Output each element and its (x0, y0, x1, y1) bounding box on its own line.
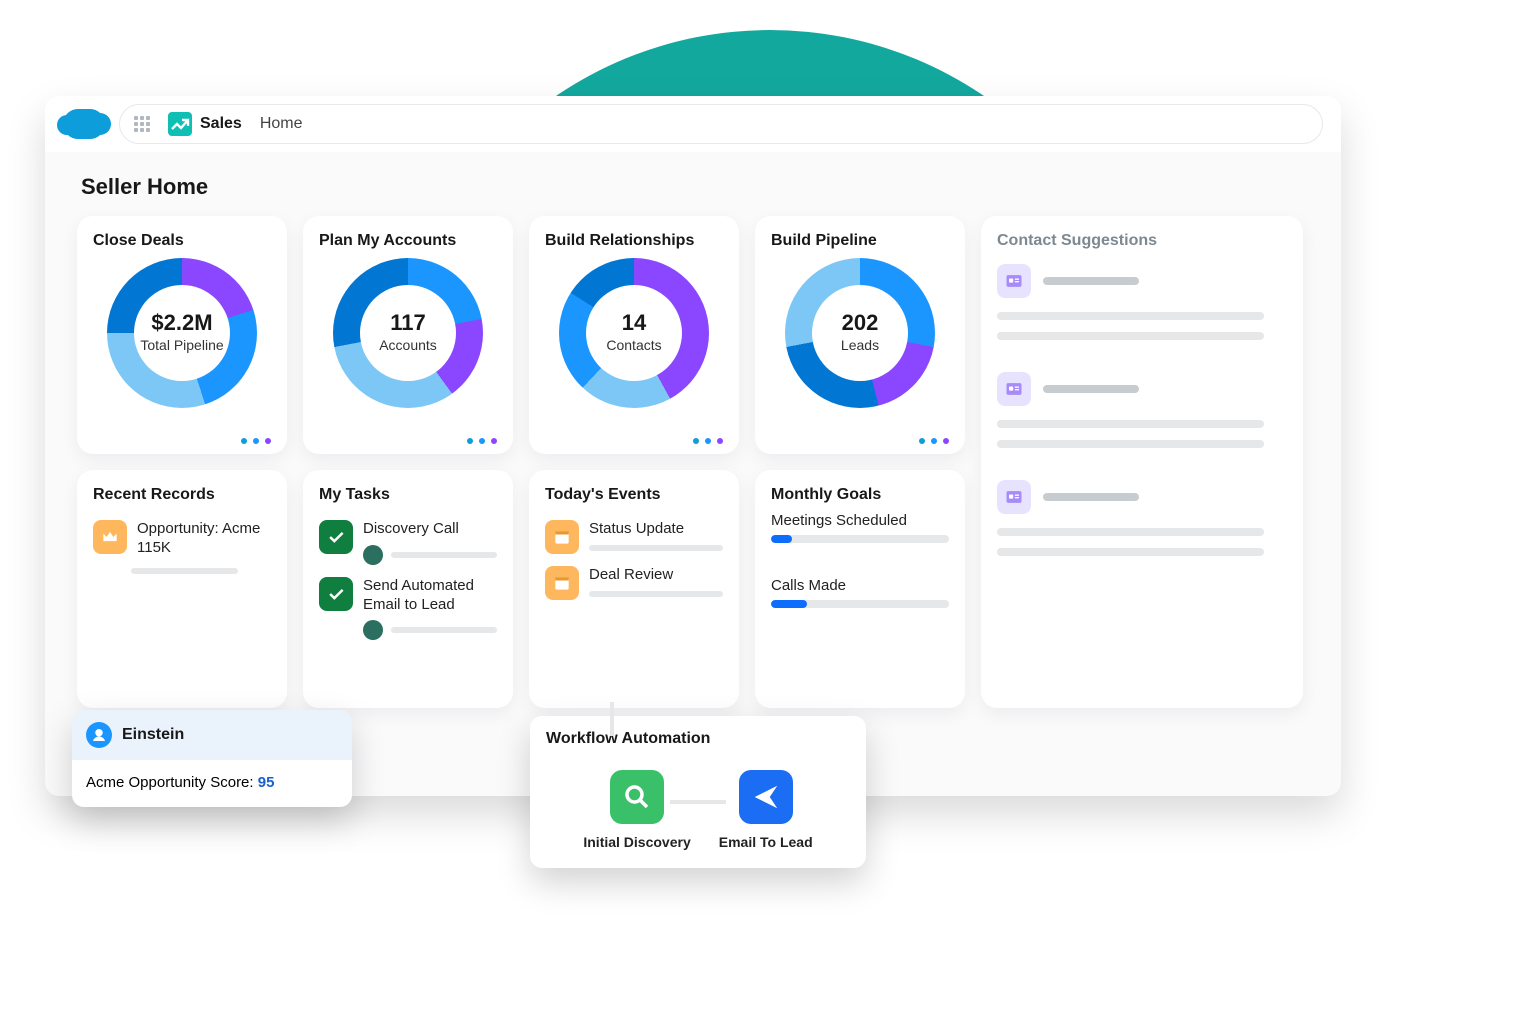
recent-record-item[interactable]: Opportunity: Acme 115K (93, 512, 271, 562)
send-icon (739, 770, 793, 824)
connector-line (610, 702, 614, 736)
kpi-value: 14 (622, 312, 646, 334)
my-tasks-card: My Tasks Discovery Call Send Auto (303, 470, 513, 708)
connector-line (670, 800, 726, 804)
dashboard-grid: Close Deals $2.2M Total Pipeline Plan My… (77, 216, 1309, 708)
einstein-score: 95 (258, 774, 275, 791)
kpi-label: Accounts (379, 337, 437, 353)
monthly-goals-card: Monthly Goals Meetings Scheduled Calls M… (755, 470, 965, 708)
donut-chart: 117 Accounts (333, 258, 483, 408)
kpi-close-deals[interactable]: Close Deals $2.2M Total Pipeline (77, 216, 287, 454)
workflow-node-label: Initial Discovery (583, 834, 690, 850)
task-item[interactable]: Send Automated Email to Lead (319, 569, 497, 645)
search-icon (610, 770, 664, 824)
einstein-card[interactable]: Einstein Acme Opportunity Score: 95 (72, 710, 352, 807)
contact-suggestion-item[interactable] (997, 480, 1287, 556)
task-check-icon[interactable] (319, 577, 353, 611)
kpi-title: Plan My Accounts (319, 232, 497, 250)
kpi-value: 117 (390, 312, 426, 334)
task-text: Discovery Call (363, 520, 497, 539)
workflow-card[interactable]: Workflow Automation Initial Discovery Em… (530, 716, 866, 868)
contact-card-icon (997, 372, 1031, 406)
event-item[interactable]: Status Update (545, 512, 723, 558)
contact-suggestion-item[interactable] (997, 264, 1287, 340)
page-content: Seller Home Close Deals $2.2M Total Pipe… (45, 152, 1341, 726)
nav-bar: Sales Home (119, 104, 1323, 144)
today-events-title: Today's Events (545, 486, 723, 504)
placeholder-line (131, 568, 238, 574)
my-tasks-title: My Tasks (319, 486, 497, 504)
card-pager[interactable] (241, 438, 271, 444)
opportunity-icon (93, 520, 127, 554)
card-pager[interactable] (467, 438, 497, 444)
kpi-title: Build Pipeline (771, 232, 949, 250)
recent-records-title: Recent Records (93, 486, 271, 504)
workflow-node-email[interactable]: Email To Lead (719, 770, 813, 850)
task-item[interactable]: Discovery Call (319, 512, 497, 569)
event-item[interactable]: Deal Review (545, 558, 723, 604)
salesforce-logo-icon (63, 109, 105, 139)
contact-suggestions-card: Contact Suggestions (981, 216, 1303, 708)
einstein-title: Einstein (122, 726, 184, 744)
avatar (363, 545, 383, 565)
event-text: Status Update (589, 520, 723, 539)
kpi-build-relationships[interactable]: Build Relationships 14 Contacts (529, 216, 739, 454)
today-events-card: Today's Events Status Update Deal (529, 470, 739, 708)
workflow-node-label: Email To Lead (719, 834, 813, 850)
app-launcher-icon[interactable] (134, 116, 150, 132)
kpi-label: Contacts (606, 337, 661, 353)
app-name: Sales (200, 115, 242, 133)
calendar-icon (545, 520, 579, 554)
kpi-title: Close Deals (93, 232, 271, 250)
record-text: Opportunity: Acme 115K (137, 520, 271, 558)
topbar: Sales Home (45, 96, 1341, 152)
page-title: Seller Home (81, 174, 1309, 200)
goal-progress-bar (771, 535, 949, 543)
contact-card-icon (997, 480, 1031, 514)
monthly-goals-title: Monthly Goals (771, 486, 949, 504)
goal-label: Calls Made (771, 577, 949, 594)
app-window: Sales Home Seller Home Close Deals $2.2M… (45, 96, 1341, 796)
kpi-title: Build Relationships (545, 232, 723, 250)
einstein-header: Einstein (72, 710, 352, 760)
workflow-title: Workflow Automation (546, 730, 850, 748)
einstein-body-text: Acme Opportunity Score: (86, 774, 258, 791)
einstein-body: Acme Opportunity Score: 95 (72, 760, 352, 807)
calendar-icon (545, 566, 579, 600)
card-pager[interactable] (693, 438, 723, 444)
contact-card-icon (997, 264, 1031, 298)
einstein-icon (86, 722, 112, 748)
kpi-value: 202 (842, 312, 879, 334)
contact-suggestions-title: Contact Suggestions (997, 232, 1287, 250)
placeholder-line (589, 545, 723, 551)
donut-chart: 202 Leads (785, 258, 935, 408)
kpi-label: Total Pipeline (140, 337, 223, 353)
workflow-node-discovery[interactable]: Initial Discovery (583, 770, 690, 850)
kpi-label: Leads (841, 337, 879, 353)
app-switcher[interactable]: Sales (168, 112, 242, 136)
card-pager[interactable] (919, 438, 949, 444)
kpi-build-pipeline[interactable]: Build Pipeline 202 Leads (755, 216, 965, 454)
placeholder-line (589, 591, 723, 597)
donut-chart: 14 Contacts (559, 258, 709, 408)
task-check-icon[interactable] (319, 520, 353, 554)
kpi-value: $2.2M (151, 312, 212, 334)
goal-progress-bar (771, 600, 949, 608)
tab-home[interactable]: Home (260, 115, 303, 133)
contact-suggestion-item[interactable] (997, 372, 1287, 448)
kpi-plan-accounts[interactable]: Plan My Accounts 117 Accounts (303, 216, 513, 454)
sales-app-icon (168, 112, 192, 136)
goal-label: Meetings Scheduled (771, 512, 949, 529)
event-text: Deal Review (589, 566, 723, 585)
avatar (363, 620, 383, 640)
recent-records-card: Recent Records Opportunity: Acme 115K (77, 470, 287, 708)
task-text: Send Automated Email to Lead (363, 577, 497, 615)
donut-chart: $2.2M Total Pipeline (107, 258, 257, 408)
